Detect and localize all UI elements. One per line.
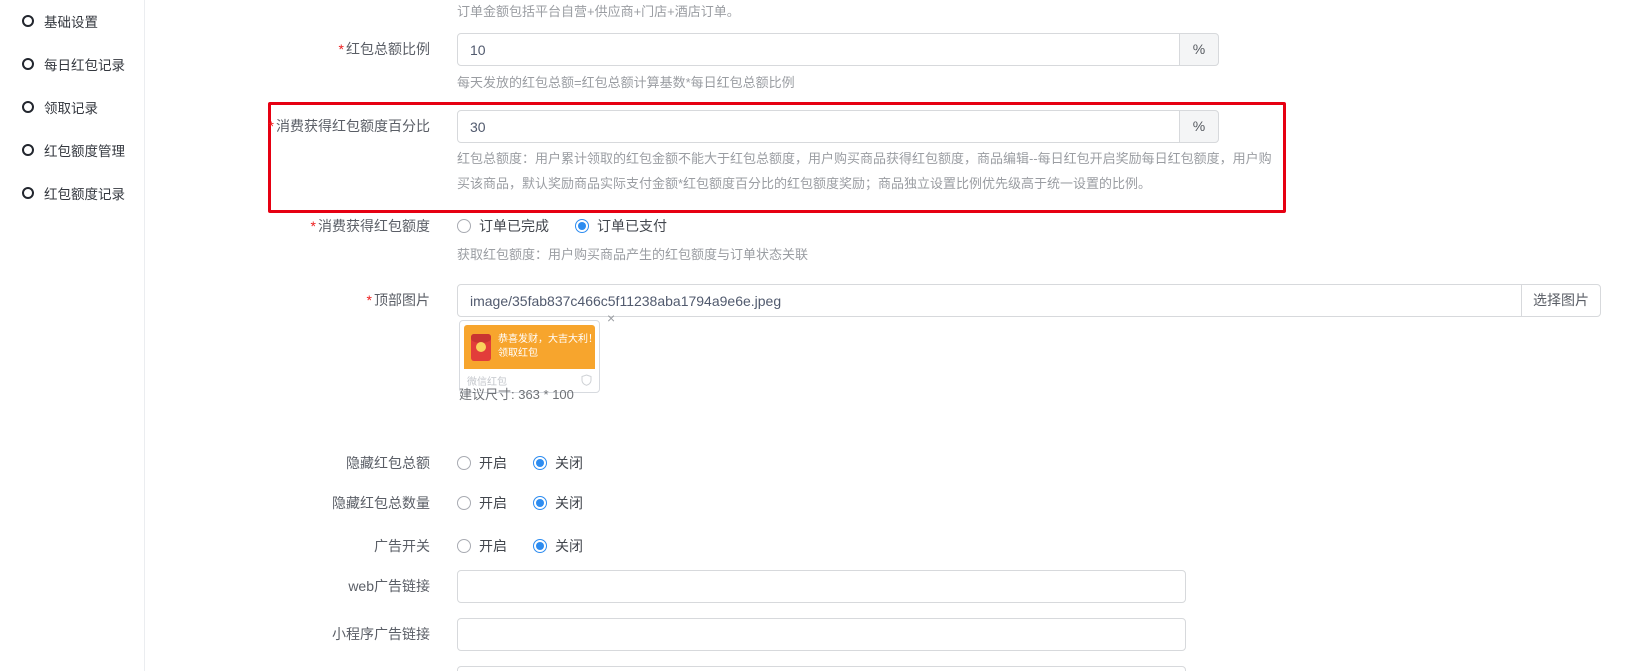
sidebar-item-basic-settings[interactable]: 基础设置	[22, 12, 98, 30]
required-asterisk: *	[367, 292, 372, 308]
top-image-preview: 恭喜发财，大吉大利！ 领取红包 微信红包	[459, 320, 600, 393]
order-amount-note: 订单金额包括平台自营+供应商+门店+酒店订单。	[457, 3, 740, 21]
web-ad-link-label: web广告链接	[145, 570, 430, 603]
consume-percent-input-group: %	[457, 110, 1219, 143]
web-ad-link-input[interactable]	[457, 570, 1186, 603]
hide-count-label: 隐藏红包总数量	[145, 493, 430, 513]
percent-suffix: %	[1179, 110, 1219, 143]
radio-order-paid[interactable]: 订单已支付	[575, 216, 667, 236]
consume-percent-input[interactable]	[457, 110, 1180, 143]
sidebar: 基础设置 每日红包记录 领取记录 红包额度管理 红包额度记录	[0, 0, 145, 671]
hide-total-radio-group: 开启 关闭	[457, 453, 609, 473]
consume-percent-help: 红包总额度：用户累计领取的红包金额不能大于红包总额度，用户购买商品获得红包额度，…	[457, 146, 1272, 196]
radio-icon	[457, 456, 471, 470]
gold-coin-icon	[476, 342, 486, 352]
mini-ad-link-input[interactable]	[457, 618, 1186, 651]
total-ratio-input[interactable]	[457, 33, 1180, 66]
radio-off[interactable]: 关闭	[533, 493, 583, 513]
ad-switch-radio-group: 开启 关闭	[457, 536, 609, 556]
total-ratio-input-group: %	[457, 33, 1219, 66]
circle-icon	[22, 144, 34, 156]
sidebar-item-label: 红包额度管理	[44, 140, 125, 160]
circle-icon	[22, 58, 34, 70]
radio-on[interactable]: 开启	[457, 493, 507, 513]
size-hint: 建议尺寸: 363 * 100	[459, 384, 574, 403]
total-ratio-label: *红包总额比例	[145, 33, 430, 66]
sidebar-item-quota-records[interactable]: 红包额度记录	[22, 184, 125, 202]
quota-status-radio-group: 订单已完成 订单已支付	[457, 216, 693, 236]
quota-status-label: *消费获得红包额度	[145, 216, 430, 236]
red-envelope-icon	[471, 334, 491, 361]
sidebar-item-label: 红包额度记录	[44, 183, 125, 203]
sidebar-item-claim-records[interactable]: 领取记录	[22, 98, 98, 116]
required-asterisk: *	[269, 118, 274, 134]
radio-icon	[457, 496, 471, 510]
radio-icon	[533, 456, 547, 470]
sidebar-item-quota-management[interactable]: 红包额度管理	[22, 141, 125, 159]
banner-text: 恭喜发财，大吉大利！ 领取红包	[498, 333, 598, 361]
radio-on[interactable]: 开启	[457, 453, 507, 473]
red-packet-banner: 恭喜发财，大吉大利！ 领取红包	[464, 325, 595, 369]
radio-icon	[457, 539, 471, 553]
remove-image-icon[interactable]: ×	[607, 311, 615, 325]
sidebar-item-label: 每日红包记录	[44, 54, 125, 74]
choose-image-button[interactable]: 选择图片	[1521, 284, 1601, 317]
required-asterisk: *	[339, 41, 344, 57]
percent-suffix: %	[1179, 33, 1219, 66]
radio-icon	[457, 219, 471, 233]
radio-on[interactable]: 开启	[457, 536, 507, 556]
top-image-path-input[interactable]	[457, 284, 1522, 317]
consume-percent-label: *消费获得红包额度百分比	[145, 110, 430, 143]
top-image-input-group: 选择图片	[457, 284, 1601, 317]
radio-icon	[575, 219, 589, 233]
radio-order-completed[interactable]: 订单已完成	[457, 216, 549, 236]
total-ratio-help: 每天发放的红包总额=红包总额计算基数*每日红包总额比例	[457, 70, 795, 95]
next-field-input[interactable]	[457, 666, 1186, 671]
top-image-label: *顶部图片	[145, 284, 430, 317]
circle-icon	[22, 101, 34, 113]
circle-icon	[22, 187, 34, 199]
ad-switch-label: 广告开关	[145, 536, 430, 556]
sidebar-item-label: 领取记录	[44, 97, 98, 117]
required-asterisk: *	[311, 218, 316, 234]
radio-off[interactable]: 关闭	[533, 453, 583, 473]
shield-icon	[581, 374, 592, 386]
mini-ad-link-label: 小程序广告链接	[145, 618, 430, 651]
radio-icon	[533, 539, 547, 553]
hide-total-label: 隐藏红包总额	[145, 453, 430, 473]
mini-ad-link-group	[457, 618, 1186, 651]
circle-icon	[22, 15, 34, 27]
quota-status-help: 获取红包额度：用户购买商品产生的红包额度与订单状态关联	[457, 242, 808, 267]
hide-count-radio-group: 开启 关闭	[457, 493, 609, 513]
radio-icon	[533, 496, 547, 510]
red-packet-settings-page: 基础设置 每日红包记录 领取记录 红包额度管理 红包额度记录 订单金额包括平台自…	[0, 0, 1649, 671]
radio-off[interactable]: 关闭	[533, 536, 583, 556]
sidebar-item-daily-records[interactable]: 每日红包记录	[22, 55, 125, 73]
web-ad-link-group	[457, 570, 1186, 603]
sidebar-item-label: 基础设置	[44, 11, 98, 31]
